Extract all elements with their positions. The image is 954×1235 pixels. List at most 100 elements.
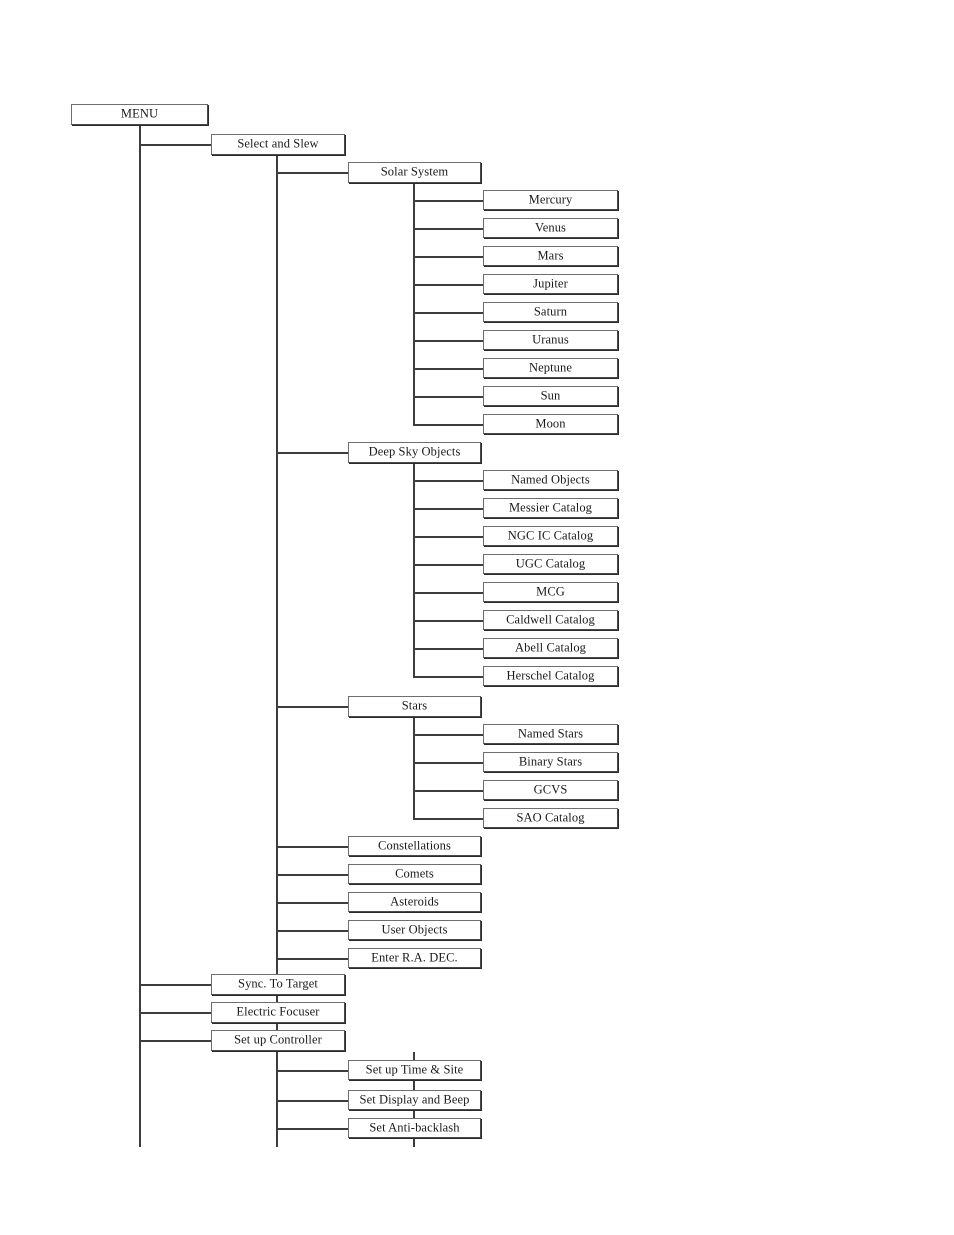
node-neptune[interactable]: Neptune bbox=[483, 358, 618, 378]
node-stars[interactable]: Stars bbox=[348, 696, 481, 717]
node-mcg[interactable]: MCG bbox=[483, 582, 618, 602]
node-abell-catalog-label: Abell Catalog bbox=[514, 640, 587, 655]
node-electric-focuser[interactable]: Electric Focuser bbox=[211, 1002, 345, 1023]
node-sync-to-target[interactable]: Sync. To Target bbox=[211, 974, 345, 995]
connector-horizontal-user-objects bbox=[276, 930, 348, 932]
node-named-stars[interactable]: Named Stars bbox=[483, 724, 618, 744]
node-ngc-ic-catalog[interactable]: NGC IC Catalog bbox=[483, 526, 618, 546]
node-mars[interactable]: Mars bbox=[483, 246, 618, 266]
node-ugc-catalog[interactable]: UGC Catalog bbox=[483, 554, 618, 574]
connector-horizontal-set-up-controller bbox=[139, 1040, 211, 1042]
connector-horizontal-asteroids bbox=[276, 902, 348, 904]
connector-horizontal-mcg bbox=[413, 592, 483, 594]
node-herschel-catalog[interactable]: Herschel Catalog bbox=[483, 666, 618, 686]
node-gcvs-label: GCVS bbox=[533, 782, 568, 797]
node-named-stars-label: Named Stars bbox=[517, 726, 584, 741]
connector-vertical-solar-system bbox=[413, 183, 415, 425]
connector-horizontal-caldwell-catalog bbox=[413, 620, 483, 622]
node-abell-catalog[interactable]: Abell Catalog bbox=[483, 638, 618, 658]
node-select-and-slew[interactable]: Select and Slew bbox=[211, 134, 345, 155]
node-deep-sky-objects-label: Deep Sky Objects bbox=[368, 444, 461, 459]
node-sun-label: Sun bbox=[540, 388, 561, 403]
node-deep-sky-objects[interactable]: Deep Sky Objects bbox=[348, 442, 481, 463]
connector-horizontal-ugc-catalog bbox=[413, 564, 483, 566]
connector-horizontal-deep-sky-objects bbox=[276, 452, 348, 454]
connector-vertical-stars bbox=[413, 717, 415, 819]
node-solar-system[interactable]: Solar System bbox=[348, 162, 481, 183]
connector-horizontal-binary-stars bbox=[413, 762, 483, 764]
connector-horizontal-stars bbox=[276, 706, 348, 708]
node-saturn[interactable]: Saturn bbox=[483, 302, 618, 322]
connector-horizontal-sao-catalog bbox=[413, 818, 483, 820]
node-venus[interactable]: Venus bbox=[483, 218, 618, 238]
node-sun[interactable]: Sun bbox=[483, 386, 618, 406]
node-constellations-label: Constellations bbox=[378, 838, 451, 853]
node-mcg-label: MCG bbox=[536, 584, 565, 599]
connector-horizontal-constellations bbox=[276, 846, 348, 848]
connector-horizontal-sun bbox=[413, 396, 483, 398]
node-enter-ra-dec-label: Enter R.A. DEC. bbox=[371, 950, 458, 965]
node-uranus[interactable]: Uranus bbox=[483, 330, 618, 350]
connector-horizontal-moon bbox=[413, 424, 483, 426]
node-solar-system-label: Solar System bbox=[380, 164, 449, 179]
node-messier-catalog[interactable]: Messier Catalog bbox=[483, 498, 618, 518]
node-set-up-controller[interactable]: Set up Controller bbox=[211, 1030, 345, 1051]
node-binary-stars[interactable]: Binary Stars bbox=[483, 752, 618, 772]
connector-horizontal-named-objects bbox=[413, 480, 483, 482]
node-gcvs[interactable]: GCVS bbox=[483, 780, 618, 800]
node-ngc-ic-catalog-label: NGC IC Catalog bbox=[507, 528, 594, 543]
connector-vertical-menu bbox=[139, 125, 141, 1147]
node-caldwell-catalog[interactable]: Caldwell Catalog bbox=[483, 610, 618, 630]
node-venus-label: Venus bbox=[534, 220, 567, 235]
connector-horizontal-gcvs bbox=[413, 790, 483, 792]
connector-horizontal-neptune bbox=[413, 368, 483, 370]
connector-horizontal-set-anti-backlash bbox=[276, 1128, 348, 1130]
connector-horizontal-abell-catalog bbox=[413, 648, 483, 650]
node-asteroids[interactable]: Asteroids bbox=[348, 892, 481, 912]
connector-vertical-deep-sky-objects bbox=[413, 463, 415, 677]
node-moon-label: Moon bbox=[535, 416, 566, 431]
node-set-up-time-site-label: Set up Time & Site bbox=[365, 1062, 464, 1077]
node-set-anti-backlash-label: Set Anti-backlash bbox=[369, 1120, 460, 1135]
node-messier-catalog-label: Messier Catalog bbox=[508, 500, 593, 515]
connector-horizontal-ngc-ic-catalog bbox=[413, 536, 483, 538]
connector-horizontal-jupiter bbox=[413, 284, 483, 286]
node-set-display-and-beep[interactable]: Set Display and Beep bbox=[348, 1090, 481, 1110]
node-ugc-catalog-label: UGC Catalog bbox=[515, 556, 586, 571]
connector-horizontal-messier-catalog bbox=[413, 508, 483, 510]
node-jupiter[interactable]: Jupiter bbox=[483, 274, 618, 294]
node-moon[interactable]: Moon bbox=[483, 414, 618, 434]
node-mercury-label: Mercury bbox=[528, 192, 573, 207]
connector-horizontal-select-and-slew bbox=[139, 144, 211, 146]
connector-horizontal-named-stars bbox=[413, 734, 483, 736]
connector-horizontal-saturn bbox=[413, 312, 483, 314]
node-set-up-time-site[interactable]: Set up Time & Site bbox=[348, 1060, 481, 1080]
node-comets[interactable]: Comets bbox=[348, 864, 481, 884]
connector-horizontal-electric-focuser bbox=[139, 1012, 211, 1014]
connector-horizontal-enter-ra-dec bbox=[276, 958, 348, 960]
connector-horizontal-herschel-catalog bbox=[413, 676, 483, 678]
node-sao-catalog[interactable]: SAO Catalog bbox=[483, 808, 618, 828]
node-constellations[interactable]: Constellations bbox=[348, 836, 481, 856]
connector-horizontal-sync-to-target bbox=[139, 984, 211, 986]
node-enter-ra-dec[interactable]: Enter R.A. DEC. bbox=[348, 948, 481, 968]
connector-horizontal-venus bbox=[413, 228, 483, 230]
connector-horizontal-set-display-and-beep bbox=[276, 1100, 348, 1102]
node-named-objects-label: Named Objects bbox=[511, 472, 590, 487]
connector-horizontal-uranus bbox=[413, 340, 483, 342]
node-sao-catalog-label: SAO Catalog bbox=[516, 810, 585, 825]
node-set-up-controller-label: Set up Controller bbox=[234, 1032, 322, 1047]
node-asteroids-label: Asteroids bbox=[390, 894, 439, 909]
node-mercury[interactable]: Mercury bbox=[483, 190, 618, 210]
node-set-anti-backlash[interactable]: Set Anti-backlash bbox=[348, 1118, 481, 1138]
connector-horizontal-mars bbox=[413, 256, 483, 258]
node-user-objects[interactable]: User Objects bbox=[348, 920, 481, 940]
node-menu[interactable]: MENU bbox=[71, 104, 208, 125]
node-herschel-catalog-label: Herschel Catalog bbox=[506, 668, 595, 683]
node-binary-stars-label: Binary Stars bbox=[518, 754, 583, 769]
node-user-objects-label: User Objects bbox=[381, 922, 448, 937]
node-electric-focuser-label: Electric Focuser bbox=[236, 1004, 320, 1019]
node-comets-label: Comets bbox=[395, 866, 434, 881]
node-named-objects[interactable]: Named Objects bbox=[483, 470, 618, 490]
node-neptune-label: Neptune bbox=[528, 360, 573, 375]
